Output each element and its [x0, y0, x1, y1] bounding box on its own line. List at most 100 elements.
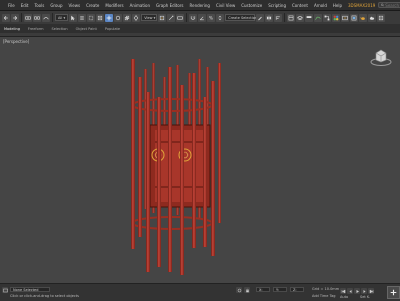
- rectangle-selection-button[interactable]: [87, 13, 96, 22]
- isolate-selection-button[interactable]: [236, 287, 242, 293]
- selection-filter-dropdown[interactable]: All ▾: [55, 14, 69, 21]
- y-coordinate-field[interactable]: Y:: [273, 287, 287, 292]
- menu-group[interactable]: Group: [47, 3, 65, 8]
- menu-tools[interactable]: Tools: [31, 3, 47, 8]
- curve-editor-icon: [315, 16, 321, 20]
- window-crossing-icon: [98, 15, 103, 20]
- go-to-start-button[interactable]: [340, 288, 346, 294]
- pivot-icon: [160, 15, 165, 20]
- select-manipulate-button[interactable]: [167, 13, 176, 22]
- named-selection-set-dropdown[interactable]: Create Selection Set ▾: [225, 14, 267, 21]
- go-to-end-button[interactable]: [368, 288, 374, 294]
- prompt-line: Click or click-and-drag to select object…: [10, 294, 79, 298]
- material-editor-button[interactable]: [332, 13, 341, 22]
- svg-text:%: %: [209, 15, 213, 20]
- menu-help[interactable]: Help: [330, 3, 345, 8]
- viewcube-icon[interactable]: [370, 47, 392, 67]
- link-icon: [25, 16, 31, 19]
- select-and-rotate-button[interactable]: [114, 13, 123, 22]
- z-coordinate-field[interactable]: Z:: [290, 287, 304, 292]
- menu-content[interactable]: Content: [289, 3, 311, 8]
- add-time-tag[interactable]: Add Time Tag: [312, 294, 336, 298]
- render-in-cloud-button[interactable]: [368, 13, 377, 22]
- menu-modifiers[interactable]: Modifiers: [102, 3, 126, 8]
- undo-button[interactable]: [2, 13, 10, 22]
- set-key-label[interactable]: Set K.: [360, 295, 370, 299]
- select-and-move-button[interactable]: [105, 13, 114, 22]
- play-button[interactable]: [354, 288, 360, 294]
- pivot-center-button[interactable]: [158, 13, 167, 22]
- snaps-toggle-button[interactable]: 3: [189, 13, 198, 22]
- window-crossing-button[interactable]: [96, 13, 105, 22]
- layer-explorer-button[interactable]: [296, 13, 305, 22]
- x-coordinate-field[interactable]: X:: [256, 287, 270, 292]
- tab-object-paint[interactable]: Object Paint: [76, 27, 97, 31]
- spinner-snap-button[interactable]: [216, 13, 225, 22]
- space-warp-icon: [43, 16, 49, 19]
- tab-modeling[interactable]: Modeling: [4, 27, 20, 31]
- cursor-arrow-icon: [71, 15, 76, 20]
- menu-file[interactable]: File: [5, 3, 18, 8]
- menu-views[interactable]: Views: [66, 3, 84, 8]
- place-icon: [134, 14, 139, 21]
- grid-size: Grid = 10.0mm: [312, 287, 340, 291]
- selection-lock-button[interactable]: [244, 287, 250, 293]
- maxscript-listener-button[interactable]: [2, 287, 8, 293]
- reference-coordinate-dropdown[interactable]: View ▾: [141, 14, 158, 21]
- redo-button[interactable]: [11, 13, 19, 22]
- next-frame-icon: [363, 289, 365, 293]
- tab-freeform[interactable]: Freeform: [28, 27, 44, 31]
- link-button[interactable]: [24, 13, 32, 22]
- toggle-ribbon-button[interactable]: [305, 13, 314, 22]
- search-box[interactable]: [378, 2, 400, 8]
- ribbon-icon: [306, 15, 312, 18]
- align-button[interactable]: [274, 13, 283, 22]
- auto-key-label[interactable]: Auto: [340, 295, 348, 299]
- keyboard-shortcut-override-button[interactable]: [176, 13, 185, 22]
- rendered-frame-window-button[interactable]: [350, 13, 359, 22]
- menu-edit[interactable]: Edit: [18, 3, 32, 8]
- next-frame-button[interactable]: [361, 288, 367, 294]
- percent-snap-button[interactable]: %: [207, 13, 216, 22]
- spinner-icon: [218, 15, 222, 20]
- script-icon: [2, 288, 8, 292]
- bind-space-warp-button[interactable]: [42, 13, 50, 22]
- render-setup-button[interactable]: [341, 13, 350, 22]
- perspective-viewport[interactable]: [Perspective]: [0, 36, 400, 284]
- angle-snap-button[interactable]: [198, 13, 207, 22]
- menu-create[interactable]: Create: [83, 3, 102, 8]
- previous-frame-button[interactable]: [347, 288, 353, 294]
- menu-graph-editors[interactable]: Graph Editors: [153, 3, 186, 8]
- unlink-button[interactable]: [33, 13, 41, 22]
- render-shortcuts-button[interactable]: [377, 13, 386, 22]
- menu-arnold[interactable]: Arnold: [311, 3, 330, 8]
- select-and-scale-button[interactable]: [123, 13, 132, 22]
- search-input[interactable]: [385, 2, 400, 8]
- status-bar: None Selected Click or click-and-drag to…: [0, 283, 400, 301]
- menu-civil-view[interactable]: Civil View: [213, 3, 238, 8]
- curve-editor-button[interactable]: [314, 13, 323, 22]
- add-viewport-button[interactable]: [387, 286, 400, 299]
- render-production-button[interactable]: [359, 13, 368, 22]
- menu-customize[interactable]: Customize: [238, 3, 265, 8]
- menu-scripting[interactable]: Scripting: [265, 3, 289, 8]
- scene-explorer-button[interactable]: [287, 13, 296, 22]
- schematic-view-button[interactable]: [323, 13, 332, 22]
- select-by-name-button[interactable]: [78, 13, 87, 22]
- tab-populate[interactable]: Populate: [105, 27, 120, 31]
- toolbar-separator: [21, 13, 22, 22]
- go-to-end-icon: [369, 289, 373, 293]
- menu-animation[interactable]: Animation: [127, 3, 153, 8]
- toolbar-separator: [284, 13, 286, 22]
- scale-icon: [125, 15, 130, 20]
- select-and-place-button[interactable]: [132, 13, 141, 22]
- rotate-icon: [116, 15, 121, 20]
- select-object-button[interactable]: [69, 13, 78, 22]
- menu-rendering[interactable]: Rendering: [187, 3, 213, 8]
- tab-selection[interactable]: Selection: [52, 27, 68, 31]
- menu-version[interactable]: 3DSMAX2019: [345, 3, 378, 8]
- chandelier-model[interactable]: [0, 37, 400, 284]
- mirror-button[interactable]: [265, 13, 274, 22]
- isolate-icon: [237, 288, 241, 292]
- edit-named-selection-button[interactable]: [256, 13, 265, 22]
